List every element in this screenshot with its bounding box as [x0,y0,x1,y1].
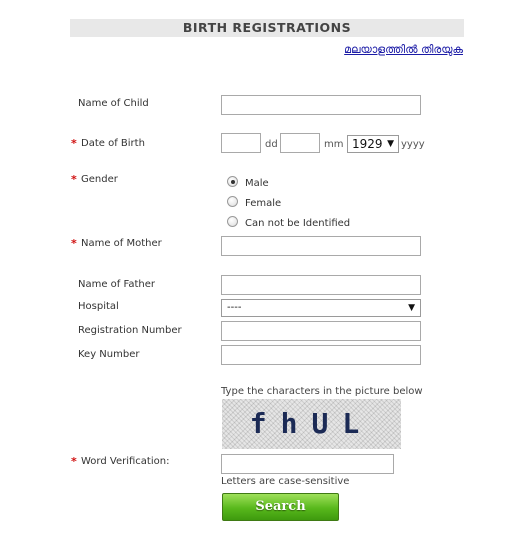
gender-unidentified-radio[interactable] [227,216,238,227]
dob-year-value: 1929 [352,137,383,151]
name-of-child-input[interactable] [221,95,421,115]
gender-female-label: Female [245,198,282,209]
required-marker: * [71,455,77,468]
dd-unit-label: dd [265,139,278,150]
captcha-instruction: Type the characters in the picture below [221,386,423,397]
registration-number-input[interactable] [221,321,421,341]
key-number-input[interactable] [221,345,421,365]
name-of-father-input[interactable] [221,275,421,295]
name-of-father-label: Name of Father [78,279,155,290]
chevron-down-icon: ▼ [408,303,415,313]
gender-unidentified-label: Can not be Identified [245,218,351,229]
captcha-image-text: fhUL [249,407,374,440]
key-number-label: Key Number [78,349,140,360]
language-switch-link[interactable]: മലയാളത്തിൽ തിരയുക [344,43,463,57]
hospital-select[interactable]: ---- ▼ [221,299,421,317]
word-verification-label: Word Verification: [81,456,170,467]
gender-male-label: Male [245,178,269,189]
dob-month-input[interactable] [280,133,320,153]
required-marker: * [71,173,77,186]
gender-female-radio[interactable] [227,196,238,207]
chevron-down-icon: ▼ [387,139,394,149]
gender-label: Gender [81,174,118,185]
dob-day-input[interactable] [221,133,261,153]
required-marker: * [71,137,77,150]
search-button[interactable]: Search [222,493,339,521]
required-marker: * [71,237,77,250]
case-sensitive-note: Letters are case-sensitive [221,476,350,487]
gender-male-radio[interactable] [227,176,238,187]
mm-unit-label: mm [324,139,344,150]
captcha-image: fhUL [222,399,401,449]
word-verification-input[interactable] [221,454,394,474]
hospital-label: Hospital [78,301,119,312]
dob-year-select[interactable]: 1929 ▼ [347,135,399,153]
name-of-child-label: Name of Child [78,98,149,109]
date-of-birth-label: Date of Birth [81,138,145,149]
name-of-mother-input[interactable] [221,236,421,256]
hospital-selected-value: ---- [227,302,242,313]
registration-number-label: Registration Number [78,325,182,336]
page-title: BIRTH REGISTRATIONS [70,19,464,37]
yyyy-unit-label: yyyy [401,139,425,150]
name-of-mother-label: Name of Mother [81,238,162,249]
